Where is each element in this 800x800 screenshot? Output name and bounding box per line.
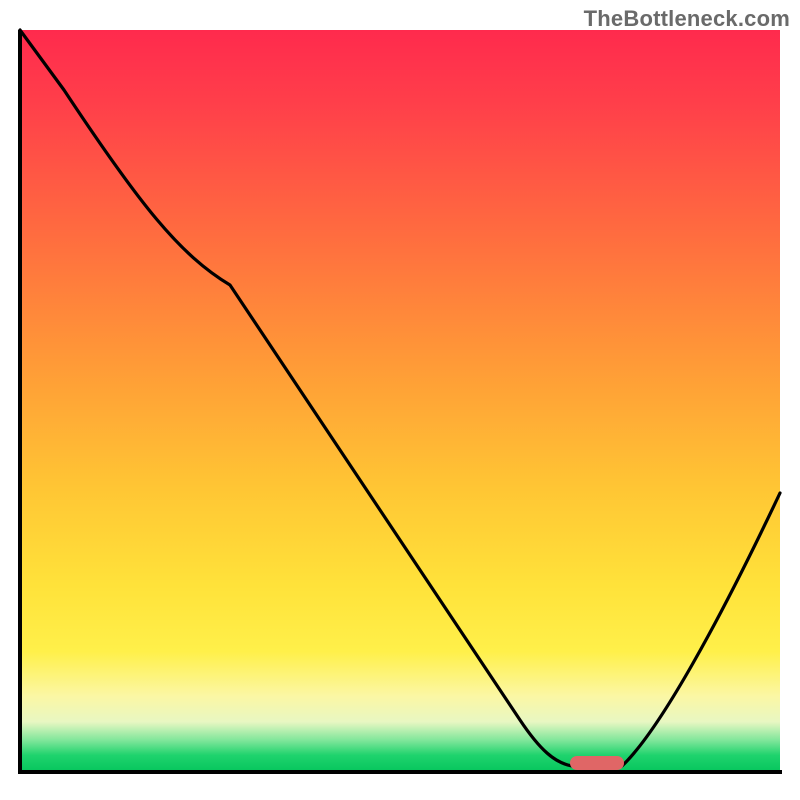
watermark-text: TheBottleneck.com bbox=[584, 6, 790, 32]
chart-canvas: TheBottleneck.com bbox=[0, 0, 800, 800]
bottleneck-curve bbox=[20, 30, 780, 770]
x-axis-line bbox=[18, 770, 782, 774]
plot-area bbox=[20, 30, 780, 770]
optimum-marker bbox=[570, 756, 624, 770]
curve-path bbox=[20, 30, 780, 766]
